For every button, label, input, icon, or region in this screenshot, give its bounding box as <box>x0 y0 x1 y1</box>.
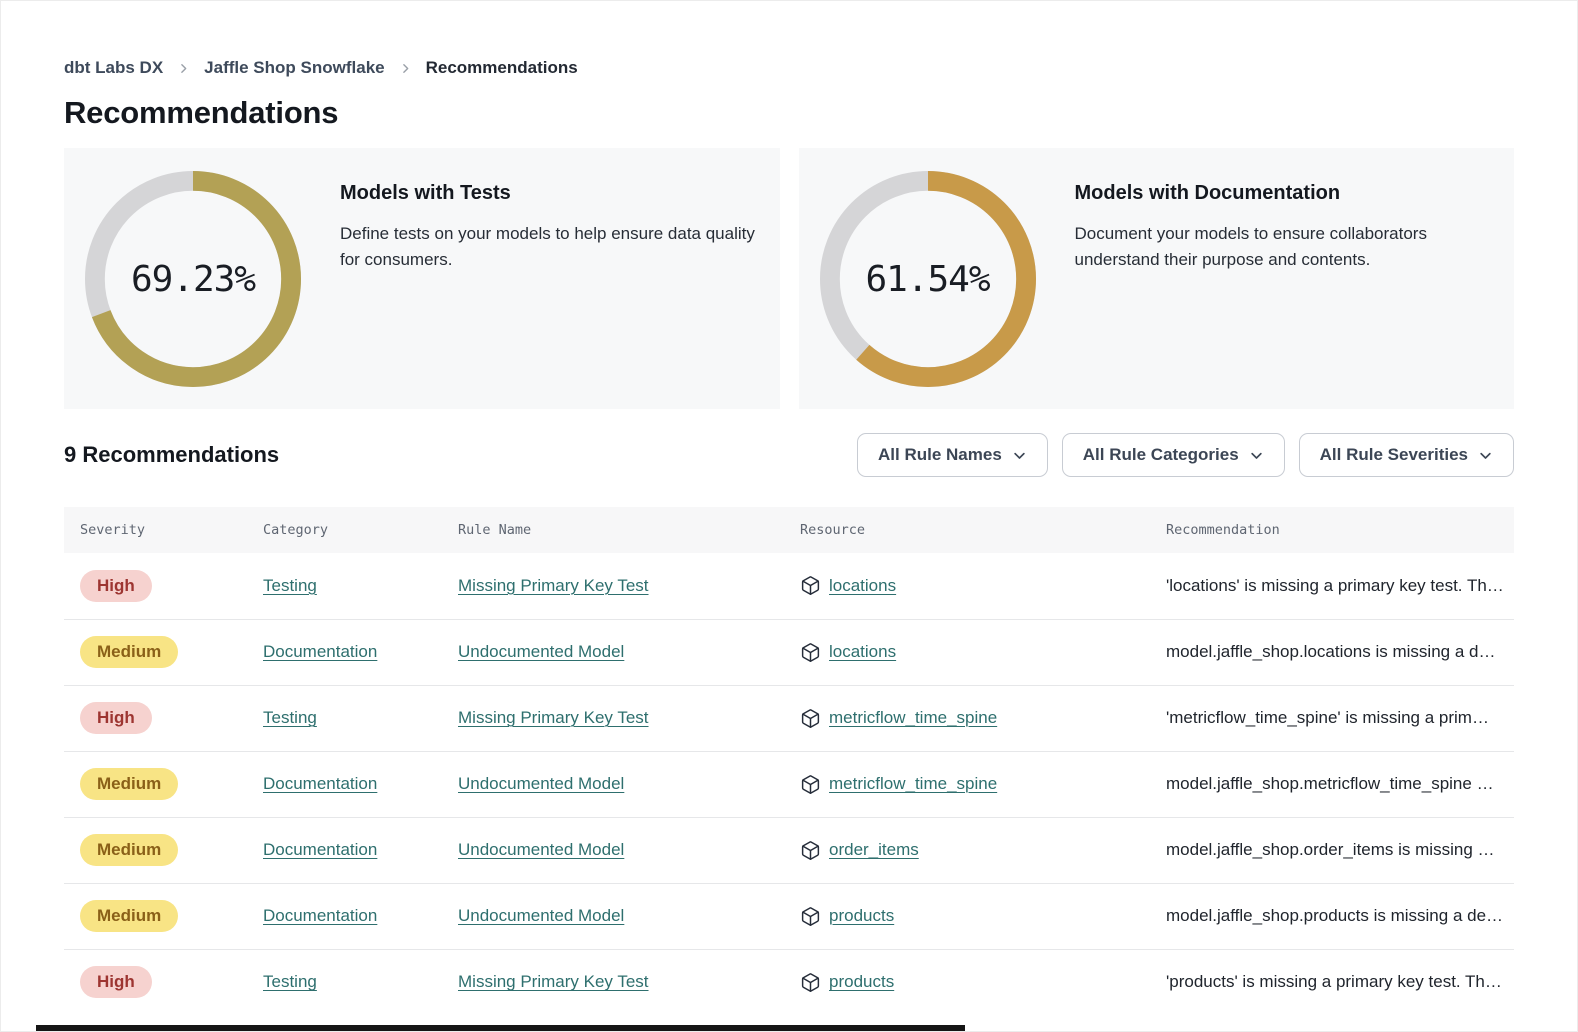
card-description: Document your models to ensure collabora… <box>1075 221 1465 274</box>
models-with-tests-card: 69.23% Models with Tests Define tests on… <box>64 148 780 409</box>
severity-badge: Medium <box>80 768 178 800</box>
card-title: Models with Documentation <box>1075 182 1465 205</box>
chevron-down-icon <box>1249 448 1264 463</box>
rule-name-link[interactable]: Missing Primary Key Test <box>458 708 649 727</box>
category-link[interactable]: Testing <box>263 972 317 991</box>
breadcrumb-project[interactable]: dbt Labs DX <box>64 58 163 78</box>
table-body: High Testing Missing Primary Key Test lo… <box>64 553 1514 1015</box>
model-cube-icon <box>800 642 821 663</box>
chevron-right-icon <box>177 62 190 75</box>
card-description: Define tests on your models to help ensu… <box>340 221 756 274</box>
resource-link[interactable]: locations <box>829 576 896 596</box>
chevron-down-icon <box>1478 448 1493 463</box>
resource-link[interactable]: locations <box>829 642 896 662</box>
table-row: Medium Documentation Undocumented Model … <box>64 817 1514 883</box>
chevron-right-icon <box>399 62 412 75</box>
breadcrumb: dbt Labs DX Jaffle Shop Snowflake Recomm… <box>64 58 1514 78</box>
table-row: High Testing Missing Primary Key Test me… <box>64 685 1514 751</box>
recommendation-text: model.jaffle_shop.metricflow_time_spine … <box>1166 774 1494 793</box>
recommendations-count: 9 Recommendations <box>64 442 279 468</box>
table-header-row: Severity Category Rule Name Resource Rec… <box>64 507 1514 553</box>
category-link[interactable]: Documentation <box>263 906 377 925</box>
model-cube-icon <box>800 774 821 795</box>
chevron-down-icon <box>1012 448 1027 463</box>
rule-name-link[interactable]: Undocumented Model <box>458 840 624 859</box>
category-link[interactable]: Documentation <box>263 642 377 661</box>
model-cube-icon <box>800 972 821 993</box>
recommendation-text: 'products' is missing a primary key test… <box>1166 972 1502 991</box>
rule-name-link[interactable]: Undocumented Model <box>458 642 624 661</box>
recommendation-text: 'metricflow_time_spine' is missing a pri… <box>1166 708 1489 727</box>
column-header-category: Category <box>247 507 442 553</box>
table-row: Medium Documentation Undocumented Model … <box>64 619 1514 685</box>
documentation-donut-chart: 61.54% <box>819 170 1037 388</box>
model-cube-icon <box>800 840 821 861</box>
recommendations-table: Severity Category Rule Name Resource Rec… <box>64 507 1514 1015</box>
severity-badge: Medium <box>80 900 178 932</box>
column-header-severity: Severity <box>64 507 247 553</box>
rule-severities-filter[interactable]: All Rule Severities <box>1299 433 1514 477</box>
column-header-resource: Resource <box>784 507 1150 553</box>
table-row: Medium Documentation Undocumented Model … <box>64 883 1514 949</box>
recommendation-text: model.jaffle_shop.locations is missing a… <box>1166 642 1495 661</box>
severity-badge: Medium <box>80 636 178 668</box>
page-title: Recommendations <box>64 95 1514 131</box>
resource-link[interactable]: metricflow_time_spine <box>829 774 997 794</box>
resource-link[interactable]: products <box>829 906 894 926</box>
filter-bar: All Rule Names All Rule Categories All R… <box>857 433 1514 477</box>
clipped-next-row-artifact <box>36 1025 965 1032</box>
rule-name-link[interactable]: Undocumented Model <box>458 906 624 925</box>
tests-percentage: 69.23% <box>84 170 302 388</box>
model-cube-icon <box>800 575 821 596</box>
breadcrumb-current: Recommendations <box>426 58 578 78</box>
table-row: High Testing Missing Primary Key Test pr… <box>64 949 1514 1015</box>
resource-link[interactable]: order_items <box>829 840 919 860</box>
column-header-rule-name: Rule Name <box>442 507 784 553</box>
rule-categories-filter[interactable]: All Rule Categories <box>1062 433 1285 477</box>
rule-name-link[interactable]: Missing Primary Key Test <box>458 576 649 595</box>
recommendation-text: model.jaffle_shop.products is missing a … <box>1166 906 1503 925</box>
severity-badge: High <box>80 702 152 734</box>
documentation-percentage: 61.54% <box>819 170 1037 388</box>
card-title: Models with Tests <box>340 182 756 205</box>
category-link[interactable]: Documentation <box>263 840 377 859</box>
resource-link[interactable]: metricflow_time_spine <box>829 708 997 728</box>
breadcrumb-environment[interactable]: Jaffle Shop Snowflake <box>204 58 384 78</box>
metric-cards: 69.23% Models with Tests Define tests on… <box>64 148 1514 409</box>
rule-names-filter[interactable]: All Rule Names <box>857 433 1048 477</box>
model-cube-icon <box>800 708 821 729</box>
recommendation-text: model.jaffle_shop.order_items is missing… <box>1166 840 1495 859</box>
table-row: Medium Documentation Undocumented Model … <box>64 751 1514 817</box>
rule-name-link[interactable]: Missing Primary Key Test <box>458 972 649 991</box>
severity-badge: High <box>80 570 152 602</box>
recommendation-text: 'locations' is missing a primary key tes… <box>1166 576 1504 595</box>
category-link[interactable]: Testing <box>263 708 317 727</box>
tests-donut-chart: 69.23% <box>84 170 302 388</box>
table-row: High Testing Missing Primary Key Test lo… <box>64 553 1514 619</box>
category-link[interactable]: Testing <box>263 576 317 595</box>
list-header: 9 Recommendations All Rule Names All Rul… <box>64 433 1514 477</box>
resource-link[interactable]: products <box>829 972 894 992</box>
severity-badge: High <box>80 966 152 998</box>
category-link[interactable]: Documentation <box>263 774 377 793</box>
severity-badge: Medium <box>80 834 178 866</box>
recommendations-page: dbt Labs DX Jaffle Shop Snowflake Recomm… <box>0 0 1578 1032</box>
models-with-documentation-card: 61.54% Models with Documentation Documen… <box>799 148 1515 409</box>
rule-name-link[interactable]: Undocumented Model <box>458 774 624 793</box>
column-header-recommendation: Recommendation <box>1150 507 1514 553</box>
model-cube-icon <box>800 906 821 927</box>
